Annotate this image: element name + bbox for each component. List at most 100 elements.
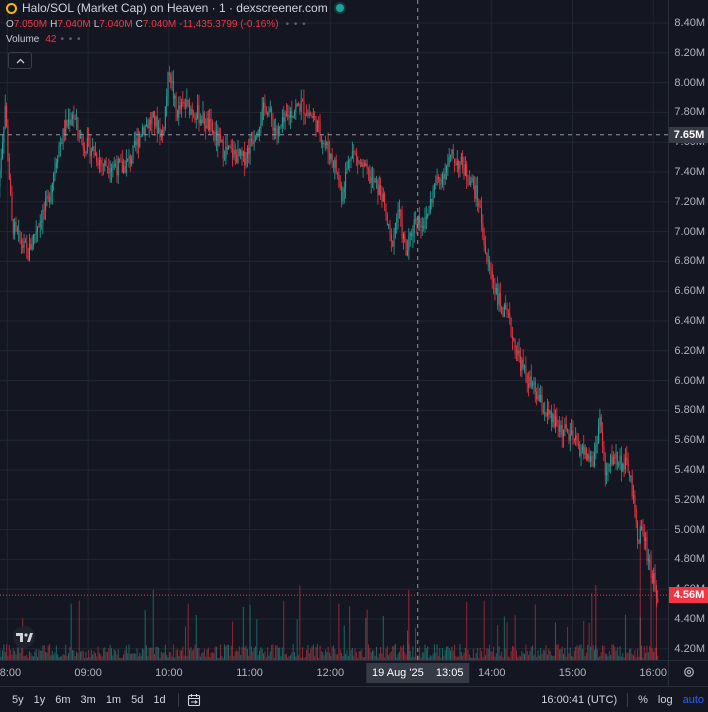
volume-bar [439, 648, 440, 660]
volume-bar [329, 653, 330, 660]
range-1y-button[interactable]: 1y [34, 694, 46, 706]
candle-body [17, 227, 18, 232]
legend-more-dots[interactable]: • • • [286, 19, 307, 30]
candle-body [646, 537, 647, 560]
candle-body [346, 168, 347, 171]
volume-bar [270, 651, 271, 660]
candle-body [359, 162, 360, 163]
candle-body [176, 96, 177, 111]
volume-bar [294, 652, 295, 660]
volume-bar [85, 652, 86, 660]
candle-body [322, 143, 323, 144]
candle-body [441, 179, 442, 184]
volume-bar [137, 648, 138, 660]
settings-gear-icon[interactable] [683, 666, 695, 678]
time-tick-label: 14:00 [478, 667, 506, 679]
candle-body [478, 201, 479, 206]
price-scale[interactable]: 8.40M8.20M8.00M7.80M7.60M7.40M7.20M7.00M… [668, 0, 708, 660]
auto-scale-button[interactable]: auto [683, 694, 704, 706]
candle-body [50, 193, 51, 202]
candle-body [279, 126, 280, 127]
range-6m-button[interactable]: 6m [55, 694, 70, 706]
log-scale-button[interactable]: log [658, 694, 673, 706]
candle-body [217, 131, 218, 146]
candle-body [73, 115, 74, 118]
volume-label: Volume [6, 34, 39, 45]
candle-body [72, 115, 73, 119]
candle-body [289, 115, 290, 118]
candle-body [632, 476, 633, 496]
open-key: O [6, 19, 14, 30]
volume-bar [88, 650, 89, 660]
time-scale[interactable]: 08:0009:0010:0011:0012:0014:0015:0016:00… [0, 660, 668, 687]
candle-body [512, 336, 513, 338]
percent-scale-button[interactable]: % [638, 694, 648, 706]
volume-bar [316, 647, 317, 660]
candle-body [254, 140, 255, 144]
candle-body [507, 309, 508, 313]
volume-bar [546, 645, 547, 660]
volume-bar [426, 648, 427, 660]
volume-bar [194, 645, 195, 660]
candle-body [610, 455, 611, 465]
volume-bar [246, 646, 247, 660]
candle-body [213, 132, 214, 133]
volume-bar [180, 650, 181, 660]
volume-bar [282, 648, 283, 660]
utc-clock[interactable]: 16:00:41 (UTC) [541, 694, 617, 706]
volume-bar [531, 647, 532, 660]
volume-bar [79, 601, 80, 660]
time-tick-label: 16:00 [639, 667, 667, 679]
candle-body [37, 227, 38, 232]
volume-bar [309, 653, 310, 660]
candle-body [360, 162, 361, 163]
range-1m-button[interactable]: 1m [106, 694, 121, 706]
volume-bar [630, 648, 631, 660]
collapse-legend-button[interactable] [8, 52, 32, 69]
volume-bar [2, 650, 3, 660]
candle-body [83, 143, 84, 149]
candle-body [485, 245, 486, 253]
candle-body [398, 210, 399, 218]
candle-body [516, 354, 517, 355]
range-3m-button[interactable]: 3m [81, 694, 96, 706]
volume-bar [489, 645, 490, 660]
chart-grid [0, 0, 668, 660]
range-5d-button[interactable]: 5d [131, 694, 143, 706]
candle-body [439, 179, 440, 180]
volume-more-dots[interactable]: • • • [60, 34, 81, 45]
candle-body [92, 146, 93, 151]
candle-body [262, 109, 263, 123]
candle-body [473, 178, 474, 185]
range-5y-button[interactable]: 5y [12, 694, 24, 706]
price-chart-plot[interactable] [0, 0, 668, 660]
candle-body [172, 81, 173, 83]
candle-body [45, 199, 46, 211]
go-to-date-calendar-icon[interactable] [187, 693, 201, 707]
candle-body [168, 73, 169, 97]
candle-body [229, 146, 230, 148]
volume-bar [243, 607, 244, 660]
tradingview-logo-icon[interactable] [10, 626, 38, 648]
candle-body [30, 244, 31, 250]
candle-body [564, 424, 565, 429]
volume-bar [118, 649, 119, 660]
candle-body [394, 234, 395, 246]
volume-bar [188, 604, 189, 660]
price-tick-label: 8.00M [674, 77, 705, 89]
volume-bar [423, 652, 424, 660]
candle-body [422, 226, 423, 227]
candle-body [231, 148, 232, 149]
candle-body [529, 376, 530, 387]
candle-body [77, 118, 78, 131]
candle-body [297, 104, 298, 106]
candle-body [348, 160, 349, 168]
candle-body [294, 112, 295, 116]
candle-body [46, 196, 47, 198]
range-1d-button[interactable]: 1d [153, 694, 165, 706]
volume-bar [247, 649, 248, 660]
volume-bar [34, 652, 35, 660]
volume-bar [496, 653, 497, 660]
candle-body [500, 293, 501, 306]
candle-body [212, 122, 213, 132]
